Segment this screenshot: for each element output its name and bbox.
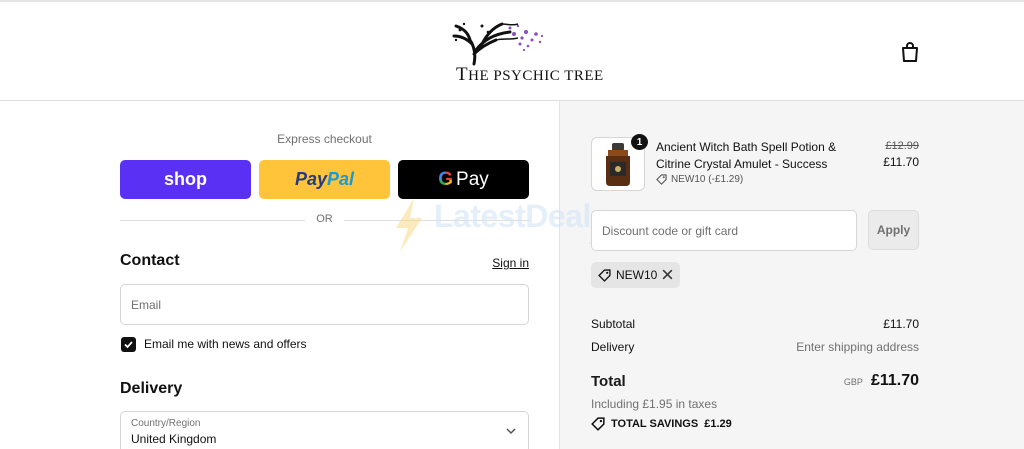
- paypal-label-part2: Pal: [327, 169, 355, 189]
- discount-placeholder: Discount code or gift card: [602, 224, 739, 238]
- country-select[interactable]: Country/Region United Kingdom: [120, 411, 529, 449]
- delivery-value: Enter shipping address: [796, 340, 919, 354]
- newsletter-label: Email me with news and offers: [144, 337, 307, 351]
- total-currency: GBP: [843, 377, 863, 387]
- product-name: Ancient Witch Bath Spell Potion & Citrin…: [656, 140, 837, 171]
- email-field[interactable]: Email: [120, 284, 529, 325]
- country-label: Country/Region: [131, 418, 201, 429]
- site-header: THE PSYCHIC TREE: [0, 2, 1024, 101]
- total-value: £11.70: [870, 372, 919, 389]
- savings-value: £1.29: [704, 418, 732, 430]
- tag-icon: [591, 417, 605, 431]
- sign-in-link[interactable]: Sign in: [480, 256, 529, 270]
- check-icon: [124, 341, 133, 349]
- tree-logo-icon: [452, 22, 544, 66]
- country-value: United Kingdom: [131, 432, 217, 446]
- tax-note: Including £1.95 in taxes: [591, 397, 718, 411]
- subtotal-label: Subtotal: [591, 317, 636, 331]
- contact-heading: Contact: [120, 252, 180, 269]
- item-discount: NEW10 (-£1.29): [656, 174, 743, 185]
- discount-code-input[interactable]: Discount code or gift card: [591, 210, 857, 251]
- applied-code-label: NEW10: [616, 268, 658, 282]
- chevron-down-icon: [506, 428, 516, 435]
- total-savings: TOTAL SAVINGS £1.29: [591, 417, 732, 431]
- shop-pay-label: shop: [164, 169, 207, 189]
- shop-pay-button[interactable]: shop: [120, 160, 251, 199]
- google-pay-button[interactable]: G Pay: [398, 160, 529, 199]
- applied-code-chip: NEW10: [591, 262, 680, 288]
- remove-code-icon[interactable]: [661, 268, 674, 281]
- apply-discount-button[interactable]: Apply: [868, 210, 919, 250]
- delivery-heading: Delivery: [120, 380, 183, 397]
- logo-wordmark: THE PSYCHIC TREE: [456, 64, 604, 85]
- paypal-button[interactable]: Pay Pal: [259, 160, 390, 199]
- google-g-icon: G: [438, 168, 454, 190]
- email-placeholder: Email: [131, 298, 162, 312]
- divider-line-right: [344, 220, 529, 221]
- tag-icon: [656, 174, 667, 185]
- or-label: OR: [316, 213, 333, 225]
- newsletter-checkbox[interactable]: [121, 337, 136, 352]
- or-divider: OR: [120, 213, 529, 227]
- store-logo[interactable]: THE PSYCHIC TREE: [452, 20, 603, 86]
- savings-label: TOTAL SAVINGS: [611, 418, 699, 430]
- google-pay-label: Pay: [456, 168, 489, 190]
- original-price: £12.99: [885, 140, 919, 152]
- subtotal-value: £11.70: [883, 317, 919, 331]
- total-label: Total: [591, 373, 626, 390]
- total-amount: GBP £11.70: [844, 372, 919, 390]
- express-checkout-label: Express checkout: [277, 132, 372, 146]
- delivery-label: Delivery: [591, 340, 635, 354]
- item-price: £11.70: [883, 155, 919, 169]
- quantity-badge: 1: [631, 134, 648, 150]
- shopping-bag-icon[interactable]: [899, 40, 921, 64]
- paypal-label-part1: Pay: [294, 169, 327, 189]
- item-discount-label: NEW10 (-£1.29): [671, 174, 744, 185]
- tag-icon: [598, 268, 611, 282]
